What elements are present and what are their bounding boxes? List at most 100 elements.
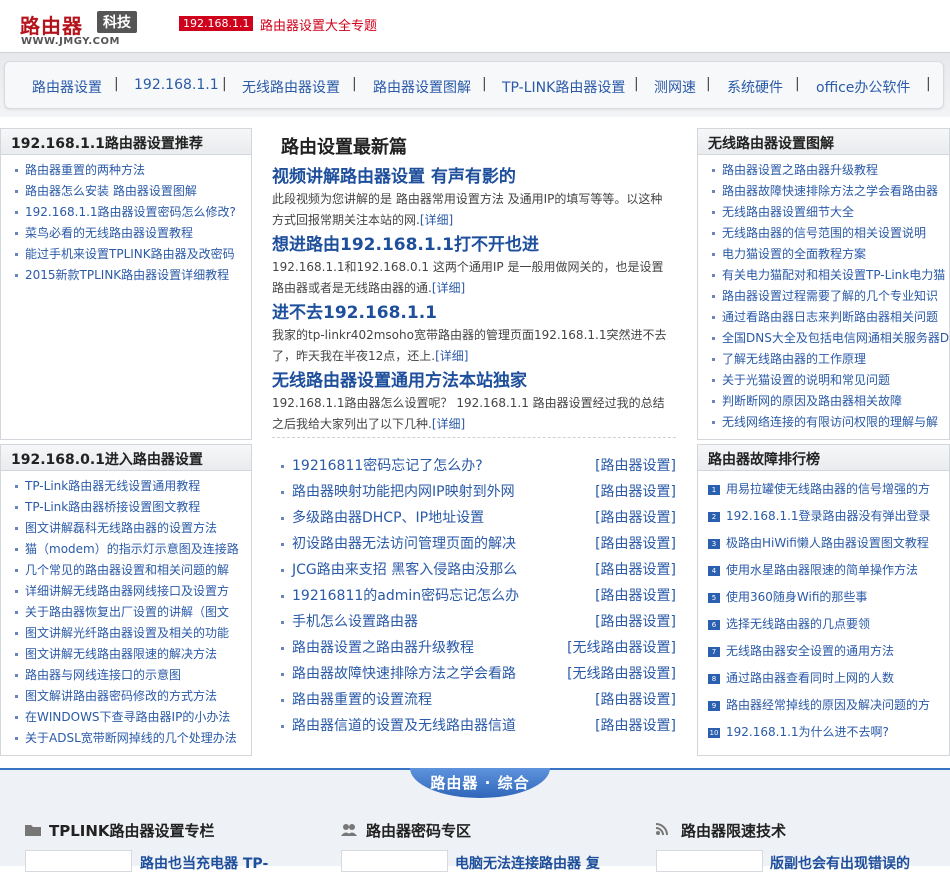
logo-text: 路由器 [20,14,83,38]
article-summary-text: 192.168.1.1和192.168.0.1 这两个通用IP 是一般用做网关的… [272,260,664,295]
news-category[interactable]: [路由器设置] [595,505,676,531]
site-logo[interactable]: 路由器 科技 WWW.JMGY.COM [20,8,160,50]
list-item[interactable]: 路由器怎么安装 路由器设置图解 [1,181,251,202]
nav-item-wireless-settings[interactable]: 无线路由器设置 [242,77,340,97]
article-title[interactable]: 想进路由192.168.1.1打不开也进 [272,230,672,255]
nav-item-hardware[interactable]: 系统硬件 [727,77,783,97]
list-item[interactable]: 2015新款TPLINK路由器设置详细教程 [1,265,251,286]
list-item[interactable]: 关于路由器恢复出厂设置的讲解（图文 [1,602,251,623]
news-item[interactable]: 手机怎么设置路由器 [路由器设置] [272,609,676,635]
ranking-item[interactable]: 3 极路由HiWifi懒人路由器设置图文教程 [698,530,949,557]
list-item[interactable]: 图文讲解光纤路由器设置及相关的功能 [1,623,251,644]
list-item-label: 详细讲解无线路由器网线接口及设置方 [25,584,230,598]
list-item[interactable]: 在WINDOWS下查寻路由器IP的小办法 [1,707,251,728]
nav-separator: | [926,76,931,92]
list-item[interactable]: 菜鸟必看的无线路由器设置教程 [1,223,251,244]
list-item[interactable]: 了解无线路由器的工作原理 [698,349,949,370]
article-title[interactable]: 视频讲解路由器设置 有声有影的 [272,162,672,187]
ranking-item[interactable]: 4 使用水星路由器限速的简单操作方法 [698,557,949,584]
nav-item-router-settings[interactable]: 路由器设置 [32,77,102,97]
list-item[interactable]: 判断断网的原因及路由器相关故障 [698,391,949,412]
news-category[interactable]: [路由器设置] [595,531,676,557]
list-item-label: 菜鸟必看的无线路由器设置教程 [25,226,194,240]
header-link-topics[interactable]: 专题 [351,15,377,34]
nav-item-speed-test[interactable]: 测网速 [654,77,696,97]
news-category[interactable]: [无线路由器设置] [567,635,676,661]
news-item[interactable]: 初设路由器无法访问管理页面的解决 [路由器设置] [272,531,676,557]
list-item[interactable]: 路由器设置过程需要了解的几个专业知识 [698,286,949,307]
list-item[interactable]: 电力猫设置的全面教程方案 [698,244,949,265]
ranking-item[interactable]: 9 路由器经常掉线的原因及解决问题的方 [698,692,949,719]
article-more-link[interactable]: [详细] [435,349,468,363]
logo-tag: 科技 [97,11,137,33]
article-more-link[interactable]: [详细] [420,213,453,227]
list-item[interactable]: 路由器与网线连接口的示意图 [1,665,251,686]
article-more-link[interactable]: [详细] [432,417,465,431]
news-item[interactable]: 19216811的admin密码忘记怎么办 [路由器设置] [272,583,676,609]
column-article-link[interactable]: 版副也会有出现错误的 [770,853,910,873]
list-item[interactable]: 图文讲解磊科无线路由器的设置方法 [1,518,251,539]
ranking-item[interactable]: 6 选择无线路由器的几点要领 [698,611,949,638]
list-item[interactable]: 路由器设置之路由器升级教程 [698,160,949,181]
article-more-link[interactable]: [详细] [432,281,465,295]
bullet-icon [281,569,284,572]
list-item-label: 路由器与网线连接口的示意图 [25,668,182,682]
header-link-router-settings[interactable]: 路由器设置大全 [260,15,351,34]
news-category[interactable]: [路由器设置] [595,609,676,635]
news-category[interactable]: [路由器设置] [595,583,676,609]
nav-item-settings-diagrams[interactable]: 路由器设置图解 [373,77,471,97]
list-item[interactable]: 关于光猫设置的说明和常见问题 [698,370,949,391]
news-item[interactable]: 路由器故障快速排除方法之学会看路 [无线路由器设置] [272,661,676,687]
ranking-item[interactable]: 10 192.168.1.1为什么进不去啊? [698,719,949,746]
column-article-link[interactable]: 电脑无法连接路由器 复 [455,853,600,873]
list-item[interactable]: 猫（modem）的指示灯示意图及连接路 [1,539,251,560]
news-item[interactable]: 路由器设置之路由器升级教程 [无线路由器设置] [272,635,676,661]
ranking-item[interactable]: 1 用易拉罐使无线路由器的信号增强的方 [698,476,949,503]
list-item[interactable]: 全国DNS大全及包括电信网通相关服务器D [698,328,949,349]
news-category[interactable]: [路由器设置] [595,479,676,505]
list-item[interactable]: 能过手机来设置TPLINK路由器及改密码 [1,244,251,265]
list-item[interactable]: 192.168.1.1路由器设置密码怎么修改? [1,202,251,223]
article-title[interactable]: 无线路由器设置通用方法本站独家 [272,366,672,391]
list-item[interactable]: 关于ADSL宽带断网掉线的几个处理办法 [1,728,251,749]
article-title[interactable]: 进不去192.168.1.1 [272,298,672,323]
news-category[interactable]: [路由器设置] [595,713,676,739]
list-item[interactable]: 路由器重置的两种方法 [1,160,251,181]
list-item[interactable]: 图文讲解无线路由器限速的解决方法 [1,644,251,665]
news-item[interactable]: 19216811密码忘记了怎么办? [路由器设置] [272,453,676,479]
news-item[interactable]: JCG路由来支招 黑客入侵路由没那么 [路由器设置] [272,557,676,583]
list-item[interactable]: 无线路由器的信号范围的相关设置说明 [698,223,949,244]
nav-item-tplink[interactable]: TP-LINK路由器设置 [502,77,625,97]
news-item[interactable]: 路由器映射功能把内网IP映射到外网 [路由器设置] [272,479,676,505]
ranking-item[interactable]: 2 192.168.1.1登录路由器没有弹出登录 [698,503,949,530]
news-category[interactable]: [路由器设置] [595,453,676,479]
ranking-item[interactable]: 5 使用360随身Wifi的那些事 [698,584,949,611]
news-item[interactable]: 路由器信道的设置及无线路由器信道 [路由器设置] [272,713,676,739]
list-item[interactable]: 有关电力猫配对和相关设置TP-Link电力猫 [698,265,949,286]
list-item[interactable]: 路由器故障快速排除方法之学会看路由器 [698,181,949,202]
nav-item-ip[interactable]: 192.168.1.1 [134,77,219,93]
list-item[interactable]: 几个常见的路由器设置和相关问题的解 [1,560,251,581]
list-item[interactable]: TP-Link路由器桥接设置图文教程 [1,497,251,518]
news-item[interactable]: 路由器重置的设置流程 [路由器设置] [272,687,676,713]
news-title: 路由器信道的设置及无线路由器信道 [292,718,516,734]
list-item[interactable]: 详细讲解无线路由器网线接口及设置方 [1,581,251,602]
thumbnail-image[interactable] [656,850,763,872]
ranking-item[interactable]: 7 无线路由器安全设置的通用方法 [698,638,949,665]
thumbnail-image[interactable] [341,850,448,872]
ip-badge[interactable]: 192.168.1.1 [179,16,254,31]
list-item[interactable]: 无线网络连接的有限访问权限的理解与解 [698,412,949,433]
news-category[interactable]: [无线路由器设置] [567,661,676,687]
list-item-label: 能过手机来设置TPLINK路由器及改密码 [25,247,235,261]
thumbnail-image[interactable] [25,850,132,872]
news-category[interactable]: [路由器设置] [595,687,676,713]
list-item[interactable]: 无线路由器设置细节大全 [698,202,949,223]
list-item[interactable]: 通过看路由器日志来判断路由器相关问题 [698,307,949,328]
nav-item-office[interactable]: office办公软件 [816,77,910,97]
list-item[interactable]: TP-Link路由器无线设置通用教程 [1,476,251,497]
list-item[interactable]: 图文解讲路由器密码修改的方式方法 [1,686,251,707]
column-article-link[interactable]: 路由也当充电器 TP- [140,853,268,873]
ranking-item[interactable]: 8 通过路由器查看同时上网的人数 [698,665,949,692]
news-item[interactable]: 多级路由器DHCP、IP地址设置 [路由器设置] [272,505,676,531]
news-category[interactable]: [路由器设置] [595,557,676,583]
